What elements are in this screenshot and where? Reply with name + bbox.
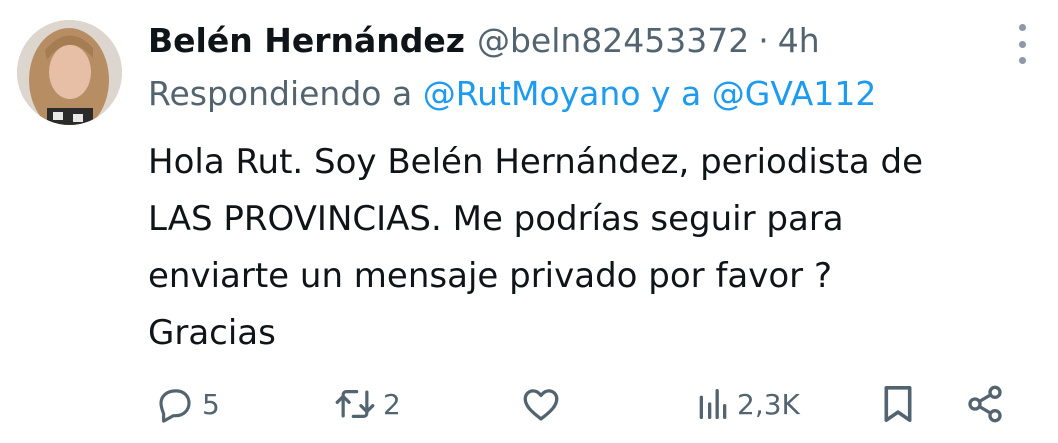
reply-icon bbox=[154, 383, 196, 425]
bookmark-button[interactable] bbox=[880, 378, 916, 430]
share-button[interactable] bbox=[965, 378, 1005, 430]
action-bar: 5 2 2,3K bbox=[150, 378, 1038, 430]
mention-rutmoyano[interactable]: @RutMoyano bbox=[423, 74, 641, 113]
mention-gva112[interactable]: @GVA112 bbox=[712, 74, 877, 113]
views-icon bbox=[695, 384, 731, 424]
tweet-text-line: Gracias bbox=[148, 313, 276, 353]
display-name[interactable]: Belén Hernández bbox=[148, 21, 465, 60]
tweet-text: Hola Rut. Soy Belén Hernández, periodist… bbox=[148, 134, 1028, 362]
replying-prefix: Respondiendo a bbox=[148, 74, 413, 113]
more-options-icon[interactable] bbox=[1010, 24, 1034, 64]
handle[interactable]: @beln82453372 bbox=[477, 21, 749, 60]
separator-dot: · bbox=[758, 20, 769, 60]
repost-count: 2 bbox=[383, 387, 401, 421]
mention-conjunction[interactable]: y a bbox=[651, 74, 701, 113]
repost-icon bbox=[333, 383, 377, 425]
repost-button[interactable]: 2 bbox=[333, 378, 401, 430]
views-button[interactable]: 2,3K bbox=[695, 378, 800, 430]
like-icon bbox=[520, 383, 562, 425]
reply-count: 5 bbox=[202, 387, 220, 421]
avatar[interactable] bbox=[17, 20, 122, 125]
timestamp[interactable]: 4h bbox=[778, 21, 820, 60]
reply-button[interactable]: 5 bbox=[154, 378, 220, 430]
tweet-text-line: enviarte un mensaje privado por favor ? bbox=[148, 256, 833, 296]
tweet-header: Belén Hernández @beln82453372 · 4h bbox=[148, 14, 998, 66]
replying-to: Respondiendo a @RutMoyano y a @GVA112 bbox=[148, 74, 876, 113]
views-count: 2,3K bbox=[737, 387, 800, 421]
tweet[interactable]: Belén Hernández @beln82453372 · 4h Respo… bbox=[0, 0, 1058, 443]
bookmark-icon bbox=[880, 382, 916, 426]
tweet-text-line: Hola Rut. Soy Belén Hernández, periodist… bbox=[148, 142, 924, 182]
tweet-text-line: LAS PROVINCIAS. Me podrías seguir para bbox=[148, 199, 844, 239]
like-button[interactable] bbox=[520, 378, 568, 430]
share-icon bbox=[965, 384, 1005, 424]
